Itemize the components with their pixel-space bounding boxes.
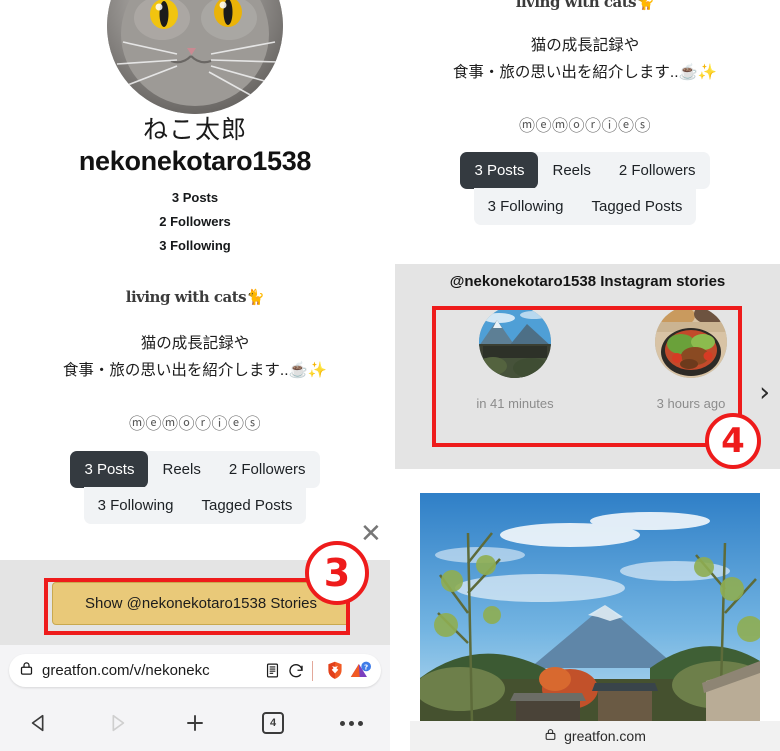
profile-handle: nekonekotaro1538: [78, 146, 312, 176]
annotation-box-4: [432, 306, 742, 447]
reader-mode-icon[interactable]: [264, 662, 281, 679]
annotation-step-4: 4: [705, 413, 761, 469]
stat-following: 3 Following: [159, 238, 231, 253]
bio-title: living with cats🐈: [125, 288, 265, 306]
tab-posts-scrolled[interactable]: 3 Posts: [460, 152, 539, 189]
toolbar-divider: [312, 660, 313, 681]
tab-reels-scrolled[interactable]: Reels: [538, 152, 604, 189]
avatar-wrapper: [0, 0, 390, 114]
stories-title: @nekonekotaro1538 Instagram stories: [449, 273, 726, 290]
memories-label-scrolled: ⓜⓔⓜⓞⓡⓘⓔⓢ: [518, 118, 651, 135]
profile-display-name: ねこ太郎: [142, 116, 247, 144]
bio-body: 猫の成長記録や 食事・旅の思い出を紹介します..☕✨: [0, 330, 390, 384]
bio-line-2: 食事・旅の思い出を紹介します..☕✨: [62, 362, 328, 379]
lock-icon: [19, 661, 34, 681]
bio-line-1: 猫の成長記録や: [140, 335, 250, 352]
more-dots: [339, 720, 363, 726]
stat-followers: 2 Followers: [159, 214, 231, 229]
browser-navbar: 4: [0, 697, 390, 749]
left-panel-profile-page: ねこ太郎 nekonekotaro1538 3 Posts 2 Follower…: [0, 0, 390, 751]
memories-label: ⓜⓔⓜⓞⓡⓘⓔⓢ: [128, 416, 261, 433]
cat-avatar-image: [107, 0, 283, 114]
tabbar-row-1: 3 Posts Reels 2 Followers: [70, 451, 320, 488]
stat-posts: 3 Posts: [171, 190, 219, 205]
tab-tagged-posts[interactable]: Tagged Posts: [187, 487, 306, 524]
site-domain-bar: greatfon.com: [410, 721, 780, 751]
bio-line-1-scrolled: 猫の成長記録や: [530, 37, 640, 54]
tab-posts[interactable]: 3 Posts: [70, 451, 149, 488]
close-icon[interactable]: ✕: [360, 521, 382, 547]
tab-followers[interactable]: 2 Followers: [215, 451, 320, 488]
tab-following-scrolled[interactable]: 3 Following: [474, 188, 578, 225]
url-bar[interactable]: greatfon.com/v/nekonekc ?: [9, 654, 381, 687]
bio-line-2-scrolled: 食事・旅の思い出を紹介します..☕✨: [452, 64, 718, 81]
tab-following[interactable]: 3 Following: [84, 487, 188, 524]
tab-count-button[interactable]: 4: [250, 703, 296, 743]
tabbar-row-1-scrolled: 3 Posts Reels 2 Followers: [460, 152, 710, 189]
bio-body-scrolled: 猫の成長記録や 食事・旅の思い出を紹介します..☕✨: [390, 32, 780, 86]
back-icon[interactable]: [16, 703, 62, 743]
bio-title-scrolled: living with cats🐈: [515, 0, 655, 11]
tab-reels[interactable]: Reels: [148, 451, 214, 488]
site-domain-label: greatfon.com: [564, 728, 646, 744]
annotation-step-3: 3: [305, 541, 369, 605]
screenshot-root: ねこ太郎 nekonekotaro1538 3 Posts 2 Follower…: [0, 0, 780, 751]
tab-tagged-posts-scrolled[interactable]: Tagged Posts: [577, 188, 696, 225]
chevron-right-icon[interactable]: ›: [759, 379, 770, 406]
tabbar-row-2: 3 Following Tagged Posts: [83, 487, 307, 524]
profile-stats: 3 Posts 2 Followers 3 Following: [0, 186, 390, 258]
forward-icon: [94, 703, 140, 743]
avatar[interactable]: [107, 0, 283, 114]
browser-chrome: greatfon.com/v/nekonekc ? 4: [0, 645, 390, 751]
tabbar-row-2-scrolled: 3 Following Tagged Posts: [473, 188, 697, 225]
plus-icon[interactable]: [172, 703, 218, 743]
tab-count-label: 4: [262, 712, 284, 734]
tab-followers-scrolled[interactable]: 2 Followers: [605, 152, 710, 189]
url-text: greatfon.com/v/nekonekc: [42, 662, 210, 679]
more-icon[interactable]: [328, 703, 374, 743]
brave-rewards-icon[interactable]: ?: [350, 661, 371, 680]
profile-tabbar-scrolled: 3 Posts Reels 2 Followers 3 Following Ta…: [390, 152, 780, 225]
annotation-box-3: [44, 578, 350, 635]
right-panel-stories-page: living with cats🐈 猫の成長記録や 食事・旅の思い出を紹介します…: [390, 0, 780, 751]
mount-fuji-photo: [420, 493, 760, 723]
lock-icon-site: [544, 728, 557, 744]
reload-icon[interactable]: [287, 662, 305, 680]
photo-post[interactable]: [420, 493, 760, 723]
brave-shield-icon[interactable]: [326, 661, 344, 680]
svg-text:?: ?: [364, 662, 368, 671]
profile-tabbar: 3 Posts Reels 2 Followers 3 Following Ta…: [0, 451, 390, 524]
